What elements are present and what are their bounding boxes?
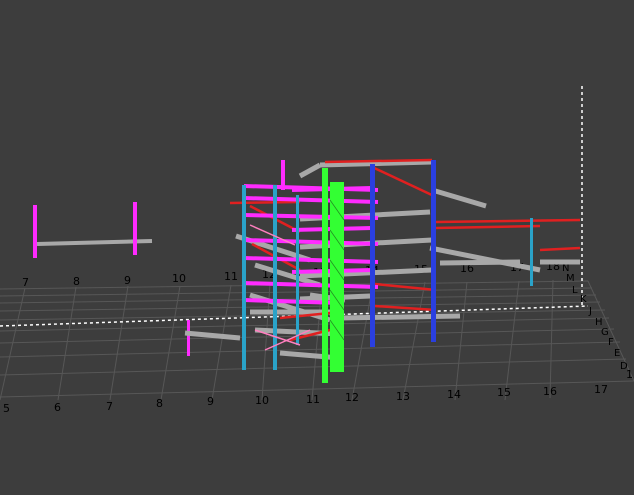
grid-label: 9 bbox=[207, 395, 214, 408]
grid-label: 16 bbox=[543, 385, 557, 398]
axis-guides bbox=[0, 86, 589, 327]
grid-label: 11 bbox=[306, 393, 320, 406]
grid-label: L bbox=[572, 285, 578, 296]
grid-label: F bbox=[608, 337, 614, 348]
grid-label: 14 bbox=[447, 388, 461, 401]
grid-label: 10 bbox=[172, 272, 186, 285]
grid-label: 9 bbox=[124, 274, 131, 287]
grid-label: M bbox=[566, 273, 575, 284]
green-core[interactable] bbox=[322, 168, 345, 383]
grid-label: K bbox=[580, 294, 587, 305]
grid-label: 7 bbox=[106, 400, 113, 413]
steel-structure[interactable] bbox=[229, 158, 581, 383]
grid-label: 11 bbox=[224, 270, 238, 283]
grid-label: 15 bbox=[497, 386, 511, 399]
grid-labels-near: 5 6 7 8 9 10 11 12 13 14 15 16 17 1 bbox=[3, 368, 633, 415]
grid-label: 13 bbox=[396, 390, 410, 403]
left-isolated-frame[interactable] bbox=[33, 202, 153, 258]
grid-label: D bbox=[620, 361, 628, 372]
grid-label: J bbox=[588, 306, 592, 317]
small-post[interactable] bbox=[184, 320, 241, 356]
scene-canvas: 7 8 9 10 11 12 13 14 15 16 17 18 5 6 7 8… bbox=[0, 86, 634, 415]
grid-labels-rows: N M L K J H G F E D bbox=[562, 263, 628, 372]
3d-viewport[interactable]: 7 8 9 10 11 12 13 14 15 16 17 18 5 6 7 8… bbox=[0, 0, 634, 495]
grid-label: 7 bbox=[22, 276, 29, 289]
grid-label: 6 bbox=[54, 401, 61, 414]
grid-label: E bbox=[614, 348, 620, 359]
grid-label: 17 bbox=[594, 383, 608, 396]
grid-label: 12 bbox=[345, 391, 359, 404]
grid-label: 10 bbox=[255, 394, 269, 407]
grid-label: 8 bbox=[73, 275, 80, 288]
grid-label: 5 bbox=[3, 402, 10, 415]
grid-label: 8 bbox=[156, 397, 163, 410]
